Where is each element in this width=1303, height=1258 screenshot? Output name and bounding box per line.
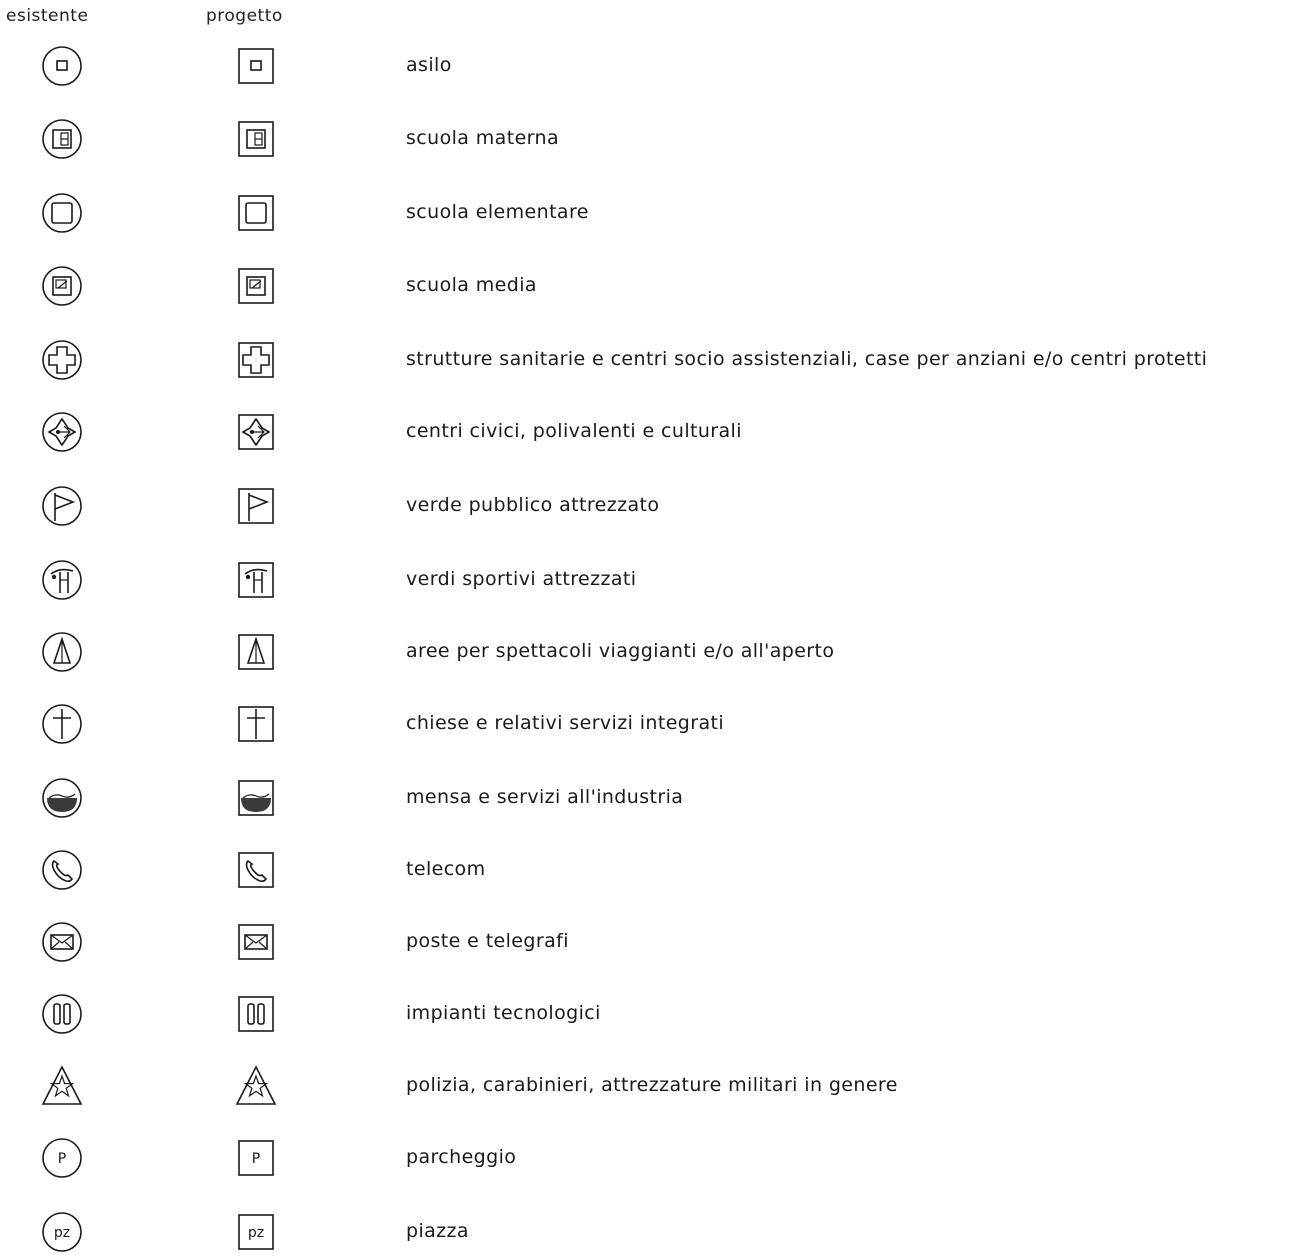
legend-label: polizia, carabinieri, attrezzature milit…	[406, 1074, 898, 1096]
legend-label: parcheggio	[406, 1146, 517, 1168]
legend-label: aree per spettacoli viaggianti e/o all'a…	[406, 640, 835, 662]
symbol-letters: pz	[54, 1225, 70, 1241]
tent-icon	[40, 630, 84, 674]
police-star-icon	[234, 1064, 278, 1108]
legend-row: polizia, carabinieri, attrezzature milit…	[0, 1064, 1303, 1112]
legend-row: scuola media	[0, 264, 1303, 312]
scuola-media-icon	[40, 264, 84, 308]
legend-row: scuola materna	[0, 117, 1303, 165]
church-cross-icon	[234, 702, 278, 746]
legend-row: aree per spettacoli viaggianti e/o all'a…	[0, 630, 1303, 678]
sport-icon	[40, 558, 84, 602]
legend-label: centri civici, polivalenti e culturali	[406, 420, 742, 442]
asilo-icon	[234, 44, 278, 88]
legend-label: scuola materna	[406, 127, 560, 149]
header-existing: esistente	[6, 6, 89, 26]
scuola-media-icon	[234, 264, 278, 308]
church-cross-icon	[40, 702, 84, 746]
sport-icon	[234, 558, 278, 602]
police-star-icon	[40, 1064, 84, 1108]
legend-label: impianti tecnologici	[406, 1002, 601, 1024]
civic-center-icon	[234, 410, 278, 454]
asilo-icon	[40, 44, 84, 88]
legend-label: piazza	[406, 1220, 469, 1242]
parking-icon: P	[40, 1136, 84, 1180]
header-project: progetto	[206, 6, 283, 26]
legend-page: { "header": { "existing_label": "esisten…	[0, 0, 1303, 1252]
scuola-elementare-icon	[234, 191, 278, 235]
legend-row: telecom	[0, 848, 1303, 896]
canteen-icon	[234, 776, 278, 820]
legend-label: scuola media	[406, 274, 537, 296]
technical-plant-icon	[40, 992, 84, 1036]
scuola-materna-icon	[234, 117, 278, 161]
flag-icon	[40, 484, 84, 528]
legend-label: strutture sanitarie e centri socio assis…	[406, 348, 1208, 370]
sanitary-cross-icon	[40, 338, 84, 382]
tent-icon	[234, 630, 278, 674]
legend-row: strutture sanitarie e centri socio assis…	[0, 338, 1303, 386]
square-plaza-icon: pz	[234, 1210, 278, 1254]
legend-label: asilo	[406, 54, 452, 76]
legend-row: centri civici, polivalenti e culturali	[0, 410, 1303, 458]
legend-row: chiese e relativi servizi integrati	[0, 702, 1303, 750]
phone-icon	[40, 848, 84, 892]
legend-row: mensa e servizi all'industria	[0, 776, 1303, 824]
legend-row: asilo	[0, 44, 1303, 92]
legend-label: mensa e servizi all'industria	[406, 786, 684, 808]
symbol-letters: pz	[248, 1225, 264, 1241]
symbol-letters: P	[252, 1151, 260, 1167]
legend-label: telecom	[406, 858, 486, 880]
legend-label: poste e telegrafi	[406, 930, 569, 952]
legend-label: verdi sportivi attrezzati	[406, 568, 637, 590]
scuola-elementare-icon	[40, 191, 84, 235]
sanitary-cross-icon	[234, 338, 278, 382]
symbol-letters: P	[58, 1151, 66, 1167]
scuola-materna-icon	[40, 117, 84, 161]
legend-label: scuola elementare	[406, 201, 589, 223]
mail-icon	[234, 920, 278, 964]
phone-icon	[234, 848, 278, 892]
civic-center-icon	[40, 410, 84, 454]
legend-row: pz pz piazza	[0, 1210, 1303, 1258]
square-plaza-icon: pz	[40, 1210, 84, 1254]
canteen-icon	[40, 776, 84, 820]
mail-icon	[40, 920, 84, 964]
technical-plant-icon	[234, 992, 278, 1036]
flag-icon	[234, 484, 278, 528]
legend-row: poste e telegrafi	[0, 920, 1303, 968]
legend-row: scuola elementare	[0, 191, 1303, 239]
legend-label: chiese e relativi servizi integrati	[406, 712, 725, 734]
legend-row: verde pubblico attrezzato	[0, 484, 1303, 532]
parking-icon: P	[234, 1136, 278, 1180]
legend-row: impianti tecnologici	[0, 992, 1303, 1040]
legend-row: verdi sportivi attrezzati	[0, 558, 1303, 606]
legend-label: verde pubblico attrezzato	[406, 494, 660, 516]
legend-row: P Pparcheggio	[0, 1136, 1303, 1184]
